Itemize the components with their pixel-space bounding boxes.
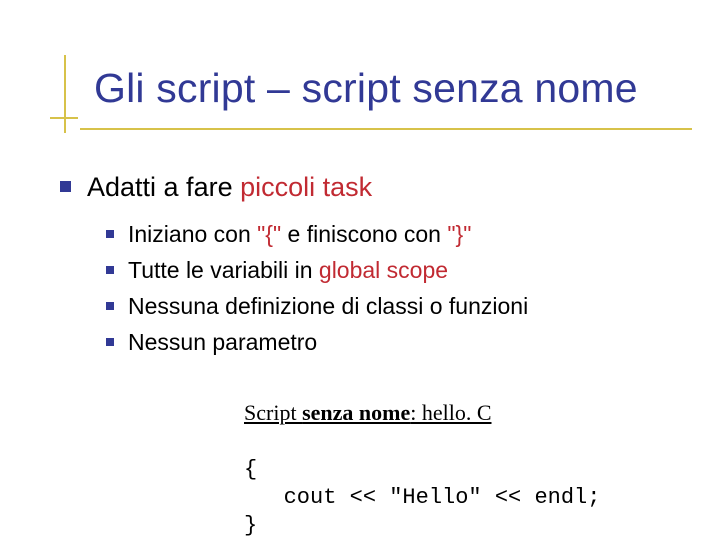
list-item: Iniziano con "{" e finiscono con "}" (106, 218, 680, 250)
text-accent: global scope (319, 257, 448, 283)
title-underline (80, 128, 692, 130)
list-item-text: Tutte le variabili in global scope (128, 254, 448, 286)
code-caption: Script senza nome: hello. C (244, 400, 684, 426)
heading-text: Adatti a fare piccoli task (87, 170, 372, 204)
slide-title: Gli script – script senza nome (94, 55, 690, 112)
sub-list: Iniziano con "{" e finiscono con "}" Tut… (106, 218, 680, 358)
heading-prefix: Adatti a fare (87, 172, 240, 202)
caption-bold: senza nome (302, 400, 410, 425)
heading-accent: piccoli task (240, 172, 372, 202)
bullet-icon (106, 302, 114, 310)
title-corner-decoration (50, 55, 78, 139)
list-item: Nessun parametro (106, 326, 680, 358)
list-item-text: Nessuna definizione di classi o funzioni (128, 290, 528, 322)
list-item-text: Iniziano con "{" e finiscono con "}" (128, 218, 471, 250)
text-part: e finiscono con (281, 221, 447, 247)
list-item: Tutte le variabili in global scope (106, 254, 680, 286)
caption-part: Script (244, 400, 302, 425)
text-part: Tutte le variabili in (128, 257, 319, 283)
text-part: Iniziano con (128, 221, 257, 247)
code-example: Script senza nome: hello. C { cout << "H… (244, 400, 684, 540)
code-line: } (244, 513, 257, 538)
title-area: Gli script – script senza nome (50, 55, 690, 112)
slide: Gli script – script senza nome Adatti a … (0, 0, 720, 540)
text-accent: "}" (447, 221, 471, 247)
code-block: { cout << "Hello" << endl; } (244, 428, 684, 540)
list-item-text: Nessun parametro (128, 326, 317, 358)
bullet-icon (106, 338, 114, 346)
caption-part: : hello. C (410, 400, 491, 425)
bullet-icon (60, 181, 71, 192)
code-line: { (244, 457, 257, 482)
text-accent: "{" (257, 221, 281, 247)
slide-body: Adatti a fare piccoli task Iniziano con … (60, 170, 680, 362)
code-line: cout << "Hello" << endl; (244, 485, 600, 510)
bullet-level1: Adatti a fare piccoli task (60, 170, 680, 204)
list-item: Nessuna definizione di classi o funzioni (106, 290, 680, 322)
bullet-icon (106, 230, 114, 238)
bullet-icon (106, 266, 114, 274)
